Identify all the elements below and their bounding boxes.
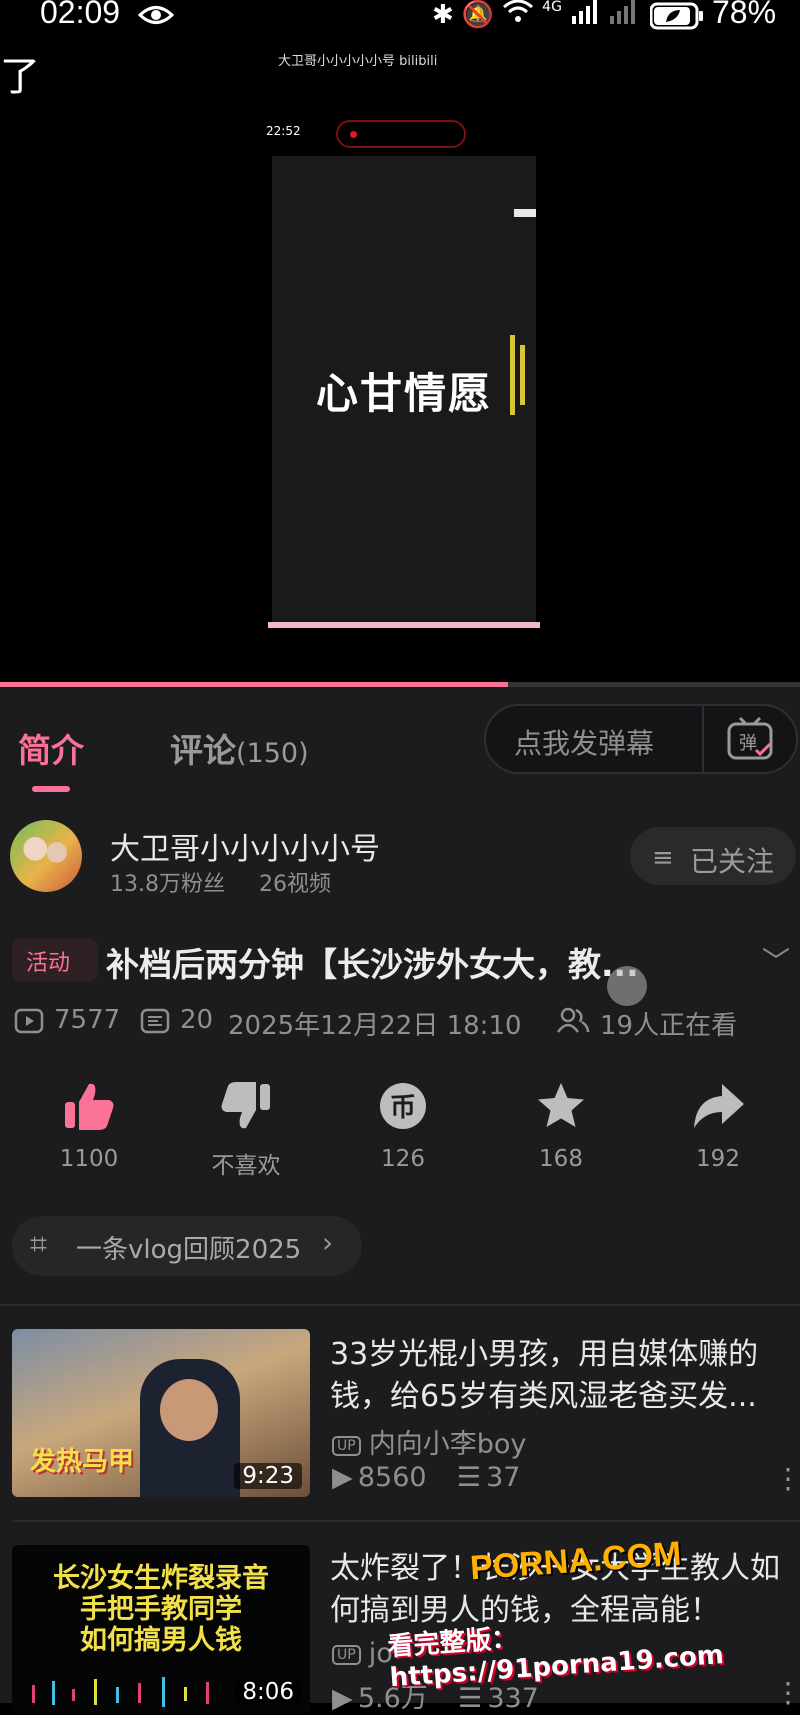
video-left-text: 了 (0, 54, 40, 100)
rec-views-1: 8560 (357, 1462, 427, 1493)
chevron-right-icon: › (322, 1226, 334, 1259)
svg-text:弹: 弹 (739, 733, 757, 754)
signal-bars-icon (570, 0, 600, 31)
rec-duration-1: 9:23 (234, 1463, 302, 1489)
rec-title-1[interactable]: 33岁光棍小男孩，用自媒体赚的钱，给65岁有类风湿老爸买发... (330, 1334, 790, 1418)
battery-percent: 78% (712, 0, 777, 30)
status-time: 02:09 (40, 0, 121, 30)
danmaku-count: 20 (180, 1005, 214, 1035)
view-count: 7577 (54, 1005, 121, 1035)
favorite-button[interactable] (511, 1080, 611, 1136)
play-count-icon (14, 1008, 44, 1034)
danmaku-count-icon (140, 1008, 170, 1034)
activity-tag-label: 活动 (26, 951, 71, 976)
wifi-icon (502, 0, 534, 31)
danmaku-count-icon: ☰ (456, 1462, 481, 1493)
uploader-fans: 13.8万粉丝 (110, 872, 225, 897)
recording-indicator (336, 120, 466, 148)
bluetooth-icon: ✱ (432, 0, 454, 30)
mute-bell-icon: 🔕 (461, 0, 495, 30)
status-bar: 02:09 ✱ 🔕 4G 78% (0, 0, 800, 34)
coin-icon: 币 (380, 1083, 426, 1129)
coin-count: 126 (381, 1146, 425, 1172)
topic-label: 一条vlog回顾2025 (76, 1235, 302, 1265)
dislike-button[interactable] (196, 1080, 296, 1136)
thumbs-up-icon (65, 1083, 114, 1130)
section-divider (0, 1304, 800, 1306)
video-watermark: 大卫哥小小小小小号 bilibili (278, 54, 438, 69)
up-badge-icon: UP (332, 1644, 361, 1665)
watching-now: 19人正在看 (600, 1011, 738, 1041)
rec-stats-1: ▶ 8560 ☰ 37 (332, 1462, 520, 1493)
rec-danmaku-1: 37 (486, 1462, 521, 1493)
avatar[interactable] (10, 820, 82, 892)
signal-4g-icon: 4G (542, 0, 562, 15)
share-count: 192 (696, 1146, 740, 1172)
hashtag-icon: ⌗ (30, 1227, 47, 1262)
thumb-face (160, 1379, 218, 1441)
status-icons: ✱ 🔕 4G (432, 0, 638, 31)
like-count: 1100 (59, 1146, 119, 1172)
more-options-icon[interactable]: ⋮ (774, 1676, 800, 1709)
video-title[interactable]: 补档后两分钟【长沙涉外女大，教... (106, 938, 639, 986)
danmaku-settings-button[interactable]: 弹 (702, 704, 798, 774)
share-arrow-icon (694, 1084, 744, 1128)
tab-comments[interactable]: 评论(150) (170, 724, 309, 772)
up-badge-icon: UP (332, 1435, 361, 1456)
dislike-label: 不喜欢 (211, 1153, 281, 1179)
viewers-icon (556, 1007, 590, 1033)
tab-intro[interactable]: 简介 (18, 724, 84, 772)
frame-caption: 心甘情愿 (315, 369, 492, 418)
play-count-icon: ▶ (332, 1462, 353, 1493)
list-divider (12, 1520, 800, 1522)
rec-uploader-1[interactable]: UP 内向小李boy (332, 1422, 526, 1461)
thumbs-down-icon (221, 1082, 270, 1129)
like-button[interactable] (39, 1080, 139, 1136)
play-count-icon: ▶ (332, 1683, 353, 1714)
rec-thumb-text-2: 长沙女生炸裂录音 手把手教同学 如何搞男人钱 (53, 1563, 269, 1656)
favorite-count: 168 (539, 1146, 583, 1172)
frame-dash (514, 209, 536, 217)
star-icon (538, 1083, 584, 1127)
follow-label: 已关注 (690, 845, 775, 878)
touch-indicator (607, 966, 647, 1006)
eye-icon (137, 1, 175, 36)
chevron-down-icon[interactable]: ﹀ (762, 940, 790, 980)
coin-button[interactable]: 币 (353, 1080, 453, 1136)
rec-thumbnail-2[interactable]: 长沙女生炸裂录音 手把手教同学 如何搞男人钱 8:06 (12, 1545, 310, 1713)
publish-date: 2025年12月22日 18:10 (228, 1011, 522, 1041)
rec-uploader-2[interactable]: UP jo (332, 1638, 393, 1669)
rec-duration-2: 8:06 (234, 1679, 302, 1705)
share-button[interactable] (668, 1080, 768, 1136)
battery-icon (649, 2, 704, 38)
tab-comments-label: 评论 (170, 731, 236, 770)
tab-underline (32, 786, 70, 792)
uploader-videos: 26视频 (259, 872, 331, 897)
rec-uploader-name-1: 内向小李boy (368, 1429, 527, 1460)
signal-bars-2-icon (608, 0, 638, 31)
uploader-stats: 13.8万粉丝 26视频 (110, 866, 331, 898)
more-options-icon[interactable]: ⋮ (774, 1462, 800, 1495)
uploader-name[interactable]: 大卫哥小小小小小号 (110, 824, 380, 868)
tab-comments-count: (150) (236, 738, 309, 769)
danmaku-tv-icon: 弹 (727, 716, 773, 760)
frame-bottom-bar (268, 622, 540, 628)
rec-thumbnail-1[interactable]: 发热马甲 9:23 (12, 1329, 310, 1497)
danmaku-placeholder: 点我发弹幕 (514, 727, 655, 760)
rec-thumb-text-1: 发热马甲 (30, 1447, 135, 1477)
menu-lines-icon: ≡ (652, 843, 674, 873)
svg-text:币: 币 (390, 1093, 416, 1123)
rec-danmaku-2: 337 (487, 1683, 539, 1714)
